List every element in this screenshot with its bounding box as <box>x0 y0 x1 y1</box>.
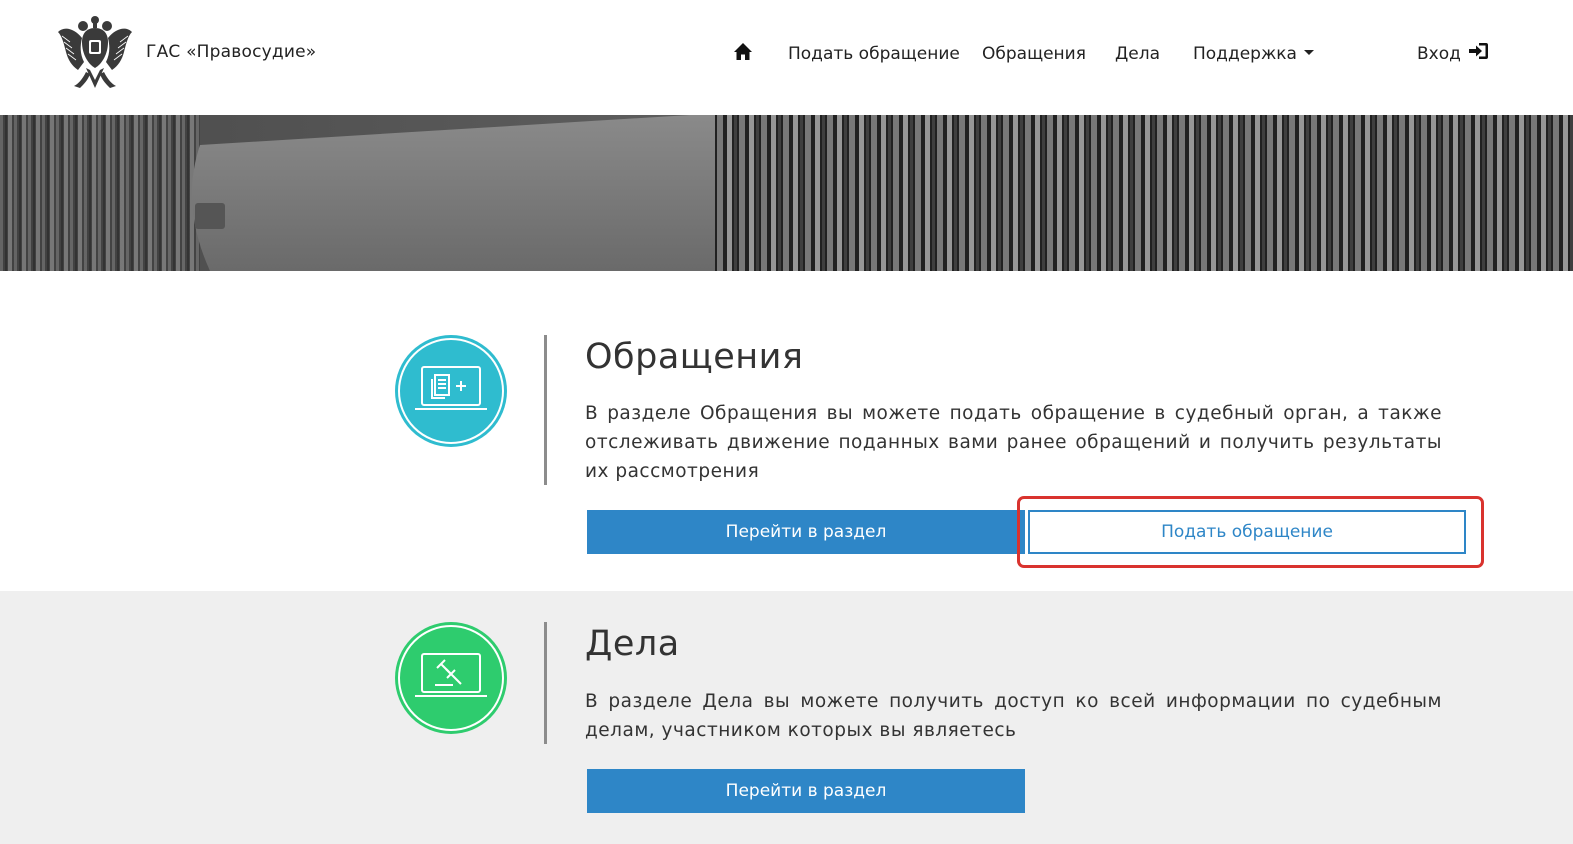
submit-appeal-button[interactable]: Подать обращение <box>1028 510 1466 554</box>
nav-appeals[interactable]: Обращения <box>982 44 1086 64</box>
cases-title: Дела <box>585 624 680 664</box>
login-label: Вход <box>1417 44 1461 64</box>
login-link[interactable]: Вход <box>1417 43 1489 64</box>
nav-cases[interactable]: Дела <box>1115 44 1160 64</box>
appeals-section: Обращения В разделе Обращения вы можете … <box>0 271 1573 591</box>
appeals-goto-button[interactable]: Перейти в раздел <box>587 510 1025 554</box>
caret-down-icon <box>1303 49 1314 55</box>
site-header: ГАС «Правосудие» Подать обращение Обраще… <box>0 0 1573 115</box>
appeals-title: Обращения <box>585 337 804 377</box>
section-divider <box>544 622 547 744</box>
home-icon[interactable] <box>733 42 753 62</box>
laptop-gavel-icon <box>395 622 507 734</box>
main-navigation: Подать обращение Обращения Дела Поддержк… <box>0 40 1573 70</box>
cases-section: Дела В разделе Дела вы можете получить д… <box>0 591 1573 844</box>
section-divider <box>544 335 547 485</box>
laptop-document-plus-icon <box>395 335 507 447</box>
nav-submit-appeal[interactable]: Подать обращение <box>788 44 960 64</box>
appeals-description: В разделе Обращения вы можете подать обр… <box>585 403 1442 482</box>
sign-in-icon <box>1469 43 1489 59</box>
nav-support-label: Поддержка <box>1193 44 1297 64</box>
cases-goto-button[interactable]: Перейти в раздел <box>587 769 1025 813</box>
hero-banner-image <box>0 115 1573 271</box>
cases-description: В разделе Дела вы можете получить доступ… <box>585 691 1442 741</box>
nav-support-dropdown[interactable]: Поддержка <box>1193 44 1314 64</box>
